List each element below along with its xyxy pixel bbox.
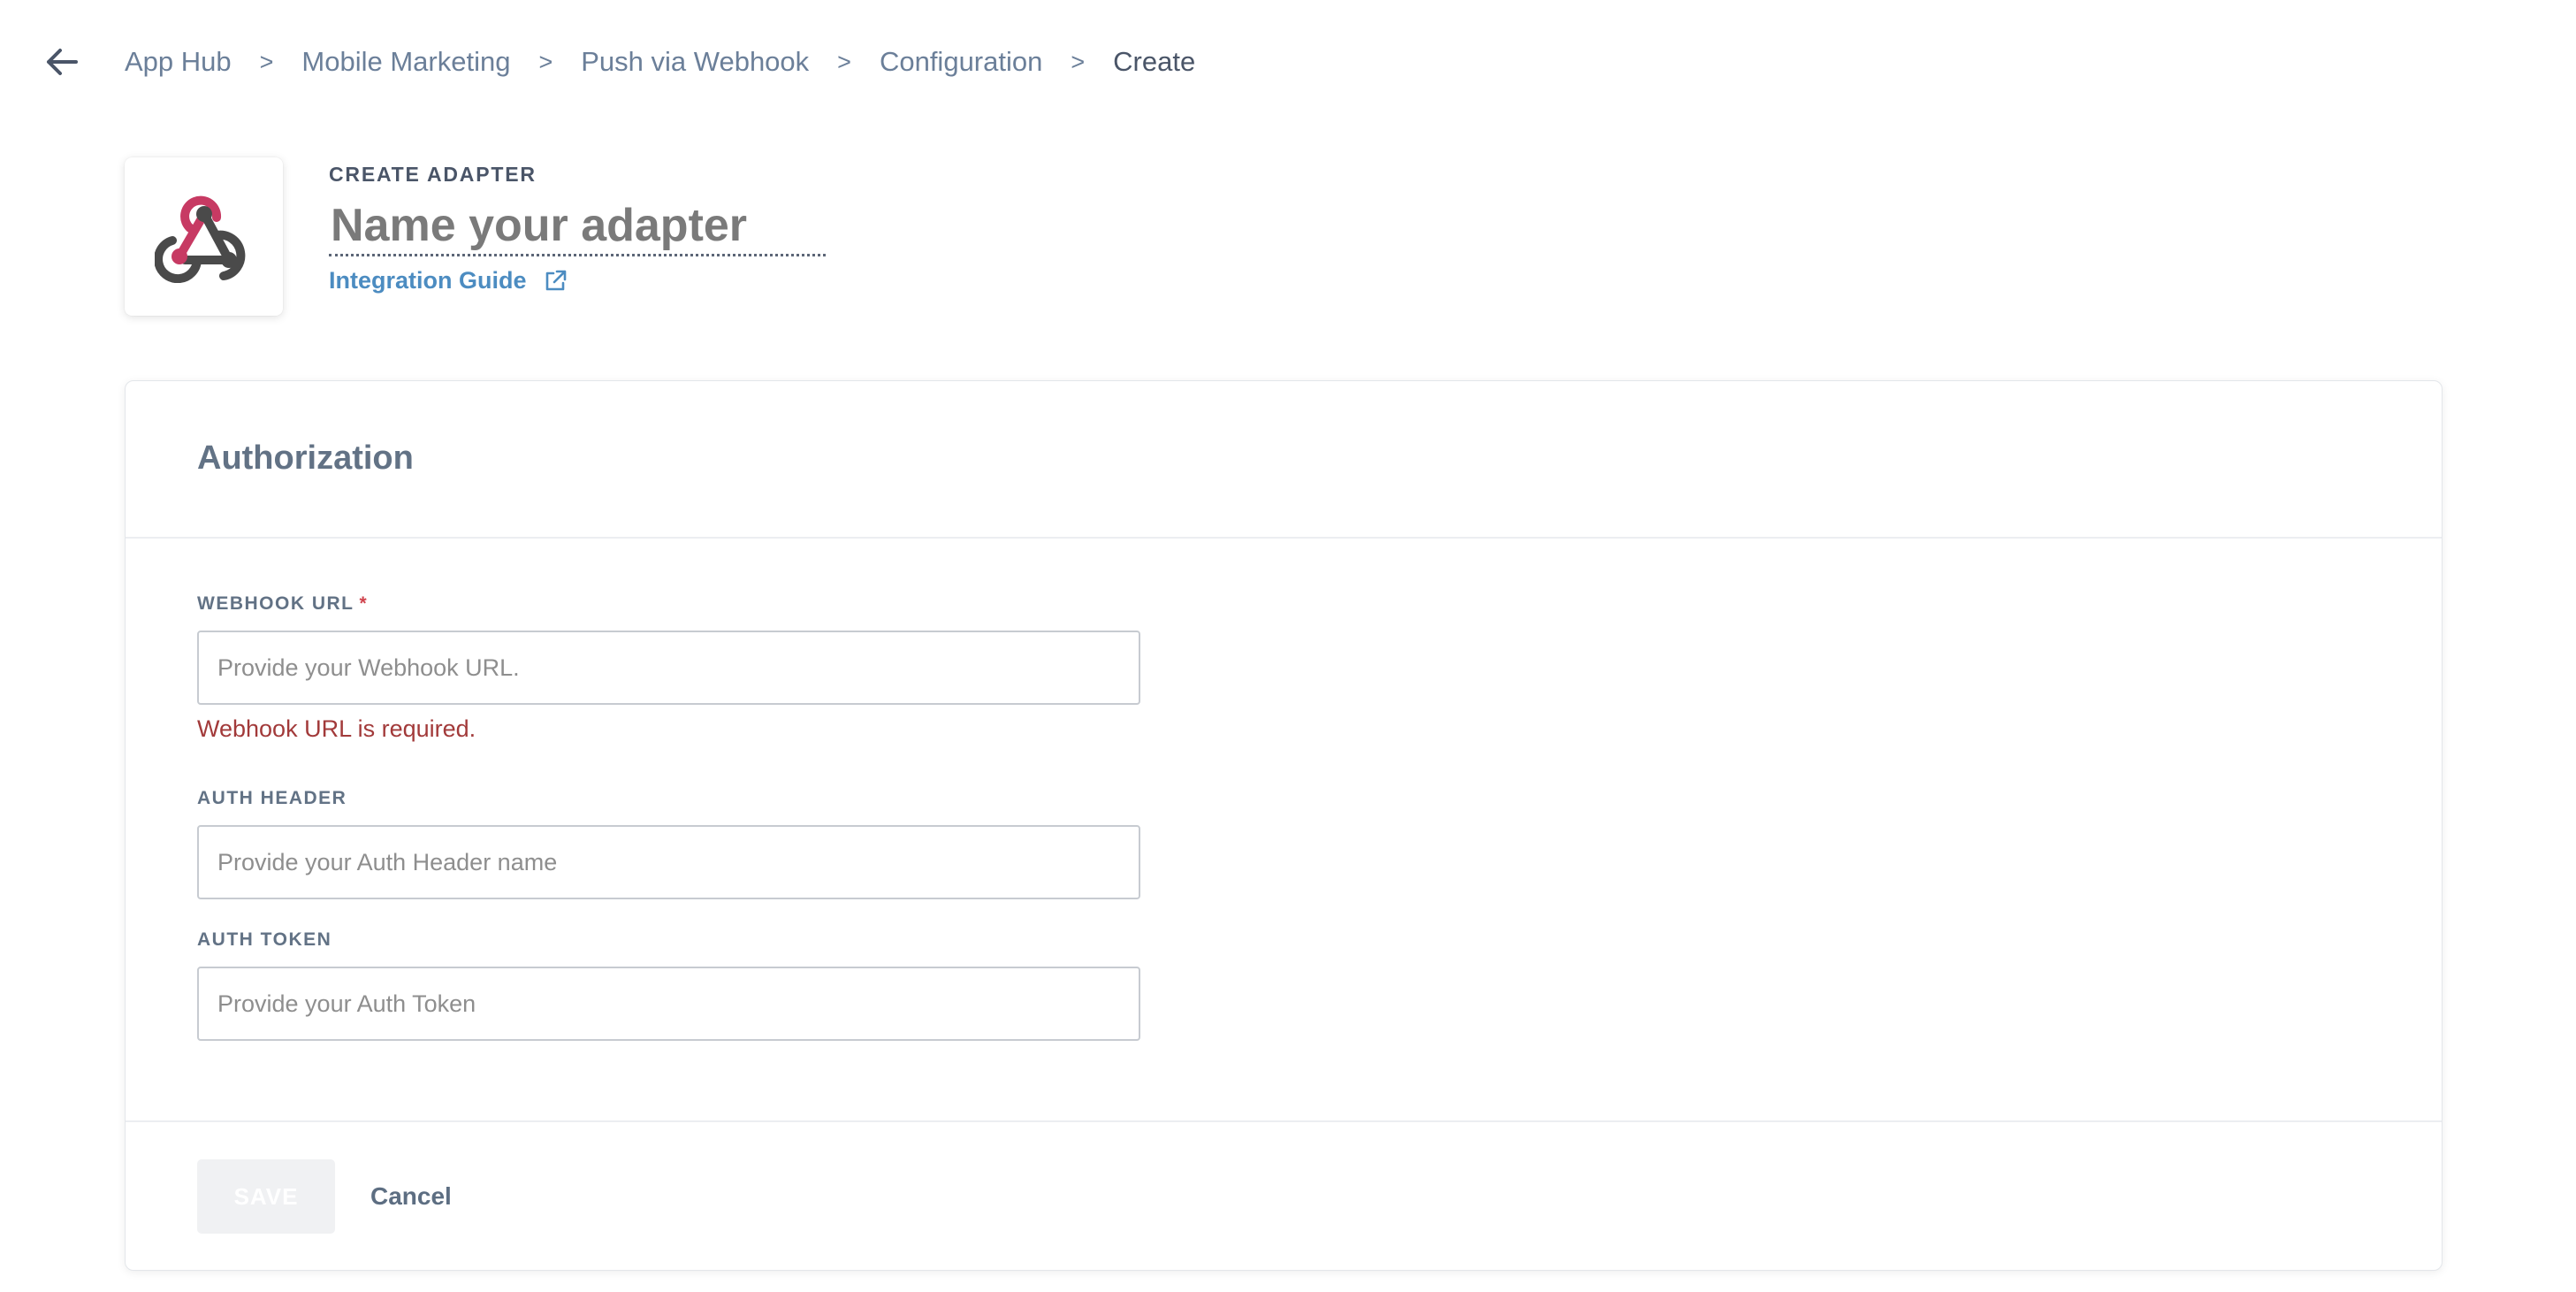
auth-token-label: AUTH TOKEN xyxy=(197,929,332,950)
breadcrumb: App Hub > Mobile Marketing > Push via We… xyxy=(125,41,1195,83)
breadcrumb-app-hub[interactable]: App Hub xyxy=(125,46,232,78)
auth-header-label: AUTH HEADER xyxy=(197,788,347,808)
arrow-left-icon xyxy=(47,49,78,75)
breadcrumb-create: Create xyxy=(1113,46,1196,77)
adapter-logo xyxy=(125,157,283,316)
breadcrumb-separator: > xyxy=(1071,48,1086,75)
card-footer: SAVE Cancel xyxy=(126,1122,2442,1270)
integration-guide-label: Integration Guide xyxy=(329,267,527,294)
adapter-name-input[interactable] xyxy=(329,196,826,256)
back-button[interactable] xyxy=(42,42,81,81)
breadcrumb-separator: > xyxy=(259,48,274,75)
breadcrumb-push-via-webhook[interactable]: Push via Webhook xyxy=(581,46,809,78)
webhook-url-error: Webhook URL is required. xyxy=(197,715,476,742)
webhook-url-label-text: WEBHOOK URL xyxy=(197,593,354,614)
webhook-logo-icon xyxy=(154,195,245,283)
card-body: WEBHOOK URL* Webhook URL is required. AU… xyxy=(126,539,2442,1122)
required-marker: * xyxy=(359,593,369,614)
breadcrumb-mobile-marketing[interactable]: Mobile Marketing xyxy=(301,46,510,78)
breadcrumb-separator: > xyxy=(837,48,851,75)
webhook-url-label: WEBHOOK URL * xyxy=(197,593,368,615)
card-title: Authorization xyxy=(197,440,414,477)
breadcrumb-separator: > xyxy=(538,48,553,75)
breadcrumb-configuration[interactable]: Configuration xyxy=(880,46,1042,78)
card-header: Authorization xyxy=(126,381,2442,539)
cancel-button[interactable]: Cancel xyxy=(370,1159,452,1234)
integration-guide-link[interactable]: Integration Guide xyxy=(329,267,568,294)
create-adapter-eyebrow: CREATE ADAPTER xyxy=(329,163,537,186)
external-link-icon xyxy=(543,269,568,294)
webhook-url-input[interactable] xyxy=(197,631,1140,705)
save-button[interactable]: SAVE xyxy=(197,1159,335,1234)
authorization-card: Authorization WEBHOOK URL* Webhook URL i… xyxy=(125,380,2443,1271)
auth-token-input[interactable] xyxy=(197,967,1140,1041)
auth-header-input[interactable] xyxy=(197,825,1140,899)
